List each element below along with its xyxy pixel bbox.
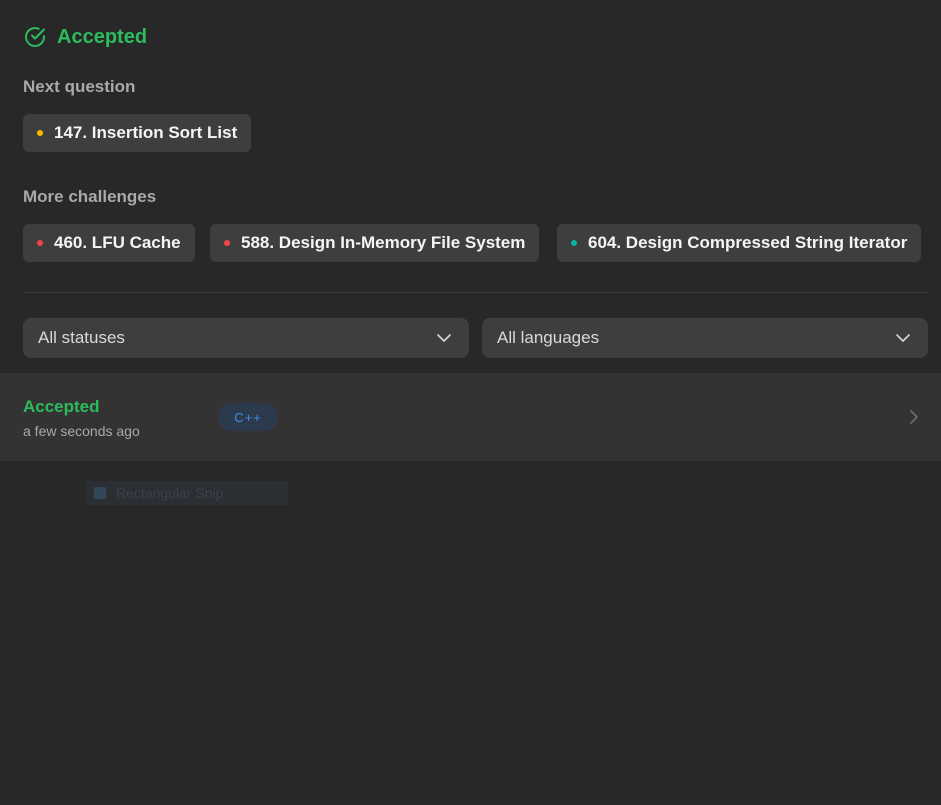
difficulty-dot: [224, 240, 230, 246]
challenge-chip[interactable]: 588. Design In-Memory File System: [210, 224, 540, 262]
submission-status: Accepted: [23, 397, 100, 416]
language-filter-select[interactable]: All languages: [482, 318, 928, 358]
chip-title: 604. Design Compressed String Iterator: [588, 233, 908, 252]
status-filter-select[interactable]: All statuses: [23, 318, 469, 358]
challenge-chip[interactable]: 604. Design Compressed String Iterator: [557, 224, 922, 262]
difficulty-dot: [571, 240, 577, 246]
submission-row[interactable]: Accepted a few seconds ago C++: [0, 373, 941, 461]
chevron-right-icon: [910, 410, 918, 424]
next-question-chip[interactable]: 147. Insertion Sort List: [23, 114, 252, 152]
status-filter-value: All statuses: [38, 328, 125, 347]
divider: [23, 292, 928, 293]
submission-result-panel: Accepted Next question 147. Insertion So…: [0, 0, 941, 805]
chevron-down-icon: [437, 334, 451, 342]
chip-title: 460. LFU Cache: [54, 233, 181, 252]
result-header: Accepted: [23, 25, 147, 49]
snip-label: Rectangular Snip: [116, 485, 224, 501]
chevron-down-icon: [896, 334, 910, 342]
chip-title: 147. Insertion Sort List: [54, 123, 238, 142]
difficulty-dot: [37, 130, 43, 136]
difficulty-dot: [37, 240, 43, 246]
check-circle-icon: [25, 27, 45, 47]
language-filter-value: All languages: [497, 328, 600, 347]
chip-title: 588. Design In-Memory File System: [241, 233, 526, 252]
snip-icon: [94, 487, 106, 499]
next-question-label: Next question: [23, 77, 136, 96]
challenge-chip[interactable]: 460. LFU Cache: [23, 224, 195, 262]
submission-time: a few seconds ago: [23, 423, 140, 439]
more-challenges-label: More challenges: [23, 187, 157, 206]
result-title: Accepted: [57, 26, 148, 48]
rectangular-snip-overlay: Rectangular Snip: [86, 481, 288, 505]
language-badge: C++: [218, 403, 278, 431]
